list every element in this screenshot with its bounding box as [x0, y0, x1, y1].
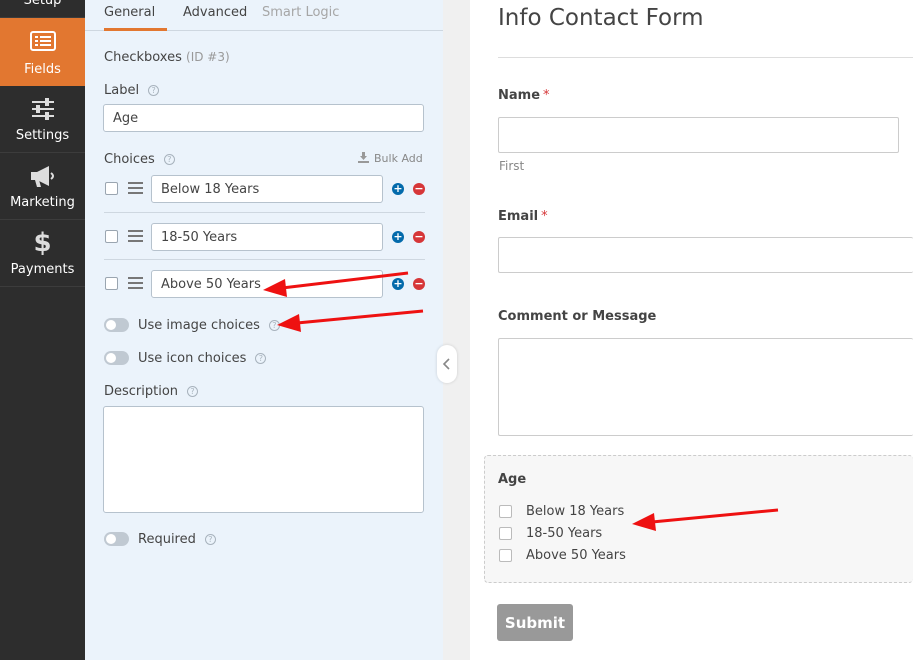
help-icon[interactable]: ? — [148, 85, 160, 96]
image-choices-caption: Use image choices? — [138, 318, 280, 333]
download-icon — [358, 152, 369, 163]
nav-setup[interactable]: Setup — [0, 0, 85, 18]
list-icon — [0, 28, 85, 54]
required-caption: Required? — [138, 532, 216, 547]
field-id: (ID #3) — [186, 50, 230, 64]
choice-default-checkbox[interactable] — [105, 277, 118, 290]
icon-choices-label: Use icon choices — [138, 351, 247, 366]
tab-general[interactable]: General — [104, 5, 155, 20]
title-divider — [498, 57, 913, 58]
age-choice-label: Above 50 Years — [526, 548, 626, 563]
remove-choice-icon[interactable]: − — [413, 231, 425, 243]
field-type-name: Checkboxes — [104, 50, 182, 65]
description-caption: Description? — [104, 384, 199, 399]
age-field-selected[interactable] — [484, 455, 913, 583]
drag-handle-icon[interactable] — [128, 230, 143, 243]
field-options-tabs: General Advanced Smart Logic — [85, 0, 443, 31]
name-field-label: Name * — [498, 88, 550, 103]
nav-payments[interactable]: $ Payments — [0, 220, 85, 287]
nav-marketing[interactable]: Marketing — [0, 153, 85, 220]
tab-advanced[interactable]: Advanced — [183, 5, 247, 20]
nav-fields-label: Fields — [24, 62, 61, 77]
choices-caption-text: Choices — [104, 152, 155, 167]
field-type-title: Checkboxes (ID #3) — [104, 50, 230, 65]
choice-input[interactable]: Below 18 Years — [151, 175, 383, 203]
help-icon[interactable]: ? — [204, 534, 216, 545]
choice-input[interactable]: 18-50 Years — [151, 223, 383, 251]
icon-choices-caption: Use icon choices? — [138, 351, 267, 366]
remove-choice-icon[interactable]: − — [413, 278, 425, 290]
required-label: Required — [138, 532, 196, 547]
help-icon[interactable]: ? — [255, 353, 267, 364]
nav-setup-label: Setup — [23, 0, 62, 8]
required-toggle[interactable] — [104, 532, 129, 546]
name-first-input[interactable] — [498, 117, 899, 153]
drag-handle-icon[interactable] — [128, 277, 143, 290]
age-field-label: Age — [498, 472, 527, 487]
remove-choice-icon[interactable]: − — [413, 183, 425, 195]
field-options-panel: General Advanced Smart Logic Checkboxes … — [85, 0, 443, 660]
add-choice-icon[interactable]: + — [392, 183, 404, 195]
add-choice-icon[interactable]: + — [392, 278, 404, 290]
nav-settings[interactable]: Settings — [0, 86, 85, 153]
label-input[interactable]: Age — [103, 104, 424, 132]
submit-button[interactable]: Submit — [497, 604, 573, 641]
choice-default-checkbox[interactable] — [105, 182, 118, 195]
label-input-value: Age — [113, 110, 139, 126]
help-icon[interactable]: ? — [268, 320, 280, 331]
nav-payments-label: Payments — [10, 262, 75, 277]
choice-default-checkbox[interactable] — [105, 230, 118, 243]
drag-handle-icon[interactable] — [128, 182, 143, 195]
name-first-sublabel: First — [499, 159, 525, 173]
bulk-add-button[interactable]: Bulk Add — [358, 152, 423, 165]
age-choice-checkbox[interactable] — [499, 527, 512, 540]
collapse-panel-button[interactable] — [437, 345, 457, 383]
email-label-text: Email — [498, 209, 539, 224]
image-choices-label: Use image choices — [138, 318, 260, 333]
choice-divider — [104, 212, 425, 213]
description-caption-text: Description — [104, 384, 179, 399]
required-asterisk: * — [541, 209, 548, 224]
choice-row: Below 18 Years + − — [104, 175, 425, 222]
form-title: Info Contact Form — [498, 5, 704, 31]
chevron-left-icon — [442, 358, 450, 370]
choice-input-value: Above 50 Years — [161, 276, 261, 292]
builder-sidebar: Setup Fields Settings Marketing $ Paymen… — [0, 0, 85, 660]
email-input[interactable] — [498, 237, 913, 273]
nav-settings-label: Settings — [15, 128, 70, 143]
choice-row: Above 50 Years + − — [104, 270, 425, 317]
add-choice-icon[interactable]: + — [392, 231, 404, 243]
choice-divider — [104, 259, 425, 260]
choice-input-value: 18-50 Years — [161, 229, 238, 245]
name-label-text: Name — [498, 88, 541, 103]
choices-caption: Choices? — [104, 152, 175, 167]
icon-choices-toggle[interactable] — [104, 351, 129, 365]
sliders-icon — [0, 96, 85, 122]
megaphone-icon — [0, 163, 85, 189]
choice-input-value: Below 18 Years — [161, 181, 260, 197]
active-tab-indicator — [104, 28, 167, 31]
email-field-label: Email * — [498, 209, 548, 224]
age-choice-checkbox[interactable] — [499, 549, 512, 562]
description-textarea[interactable] — [103, 406, 424, 513]
dollar-icon: $ — [33, 228, 52, 258]
label-caption: Label? — [104, 83, 160, 98]
age-choice-label: 18-50 Years — [526, 526, 603, 541]
comment-field-label: Comment or Message — [498, 309, 657, 324]
label-caption-text: Label — [104, 83, 140, 98]
help-icon[interactable]: ? — [187, 386, 199, 397]
nav-fields[interactable]: Fields — [0, 18, 85, 86]
tab-smart-logic[interactable]: Smart Logic — [262, 5, 339, 20]
required-asterisk: * — [543, 88, 550, 103]
bulk-add-label: Bulk Add — [374, 152, 423, 165]
image-choices-toggle[interactable] — [104, 318, 129, 332]
choice-row: 18-50 Years + − — [104, 223, 425, 270]
choice-input[interactable]: Above 50 Years — [151, 270, 383, 298]
nav-marketing-label: Marketing — [10, 195, 75, 210]
comment-textarea[interactable] — [498, 338, 913, 436]
age-choice-checkbox[interactable] — [499, 505, 512, 518]
age-choice-label: Below 18 Years — [526, 504, 625, 519]
help-icon[interactable]: ? — [163, 154, 175, 165]
